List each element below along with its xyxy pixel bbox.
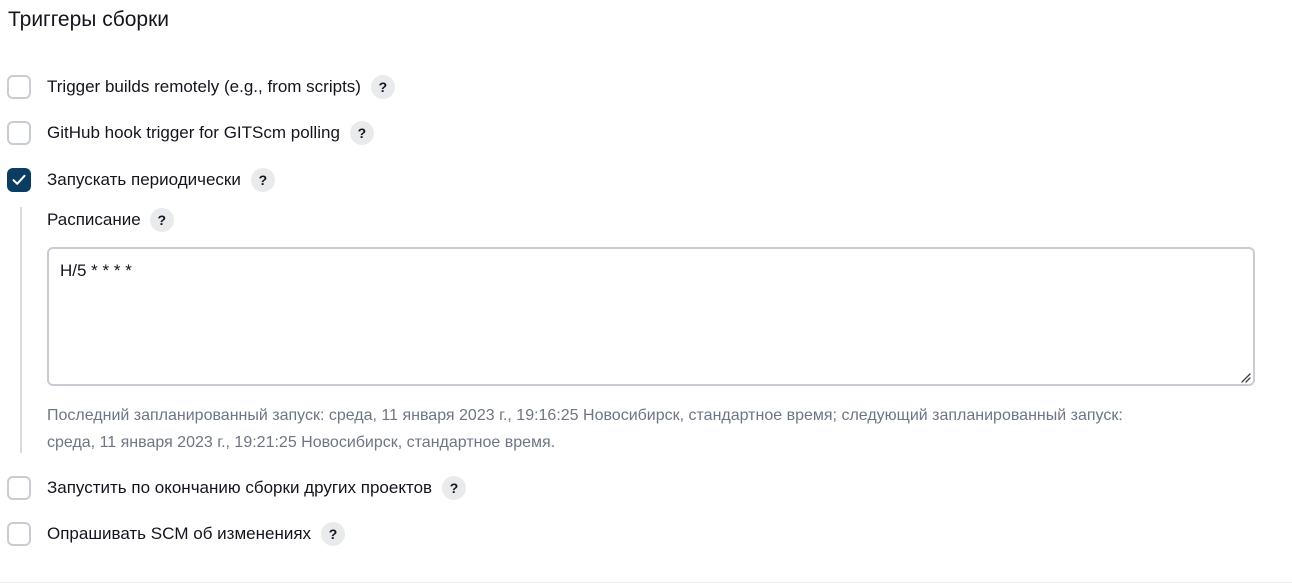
resize-grip-icon[interactable]: [1239, 371, 1251, 383]
trigger-after-other-projects-row: Запустить по окончанию сборки других про…: [7, 474, 467, 502]
trigger-poll-scm-checkbox[interactable]: [7, 522, 31, 546]
schedule-field-label: Расписание ?: [47, 206, 174, 234]
schedule-help-icon[interactable]: ?: [149, 208, 174, 232]
trigger-periodic-help-icon[interactable]: ?: [250, 168, 275, 192]
trigger-remote-row: Trigger builds remotely (e.g., from scri…: [7, 73, 395, 101]
trigger-periodic-row: Запускать периодически ?: [7, 166, 275, 194]
trigger-remote-help-icon[interactable]: ?: [370, 75, 395, 99]
section-divider: [0, 582, 1292, 583]
trigger-after-other-projects-checkbox[interactable]: [7, 476, 31, 500]
schedule-textarea[interactable]: [47, 247, 1255, 386]
trigger-poll-scm-label[interactable]: Опрашивать SCM об изменениях: [47, 524, 311, 544]
trigger-after-other-projects-help-icon[interactable]: ?: [442, 476, 467, 500]
trigger-remote-label[interactable]: Trigger builds remotely (e.g., from scri…: [47, 77, 361, 97]
schedule-info-text: Последний запланированный запуск: среда,…: [47, 402, 1237, 456]
schedule-info-line-2: среда, 11 января 2023 г., 19:21:25 Новос…: [47, 434, 556, 451]
trigger-periodic-checkbox[interactable]: [7, 168, 31, 192]
trigger-github-hook-checkbox[interactable]: [7, 121, 31, 145]
trigger-periodic-label[interactable]: Запускать периодически: [47, 170, 241, 190]
trigger-github-hook-help-icon[interactable]: ?: [349, 121, 374, 145]
checkmark-icon: [12, 174, 26, 185]
schedule-label: Расписание: [47, 210, 141, 229]
trigger-after-other-projects-label[interactable]: Запустить по окончанию сборки других про…: [47, 478, 432, 498]
trigger-poll-scm-help-icon[interactable]: ?: [321, 522, 346, 546]
schedule-info-line-1: Последний запланированный запуск: среда,…: [47, 407, 1123, 424]
nested-section-bar: [20, 207, 22, 453]
trigger-github-hook-row: GitHub hook trigger for GITScm polling ?: [7, 119, 374, 147]
trigger-github-hook-label[interactable]: GitHub hook trigger for GITScm polling: [47, 123, 340, 143]
trigger-remote-checkbox[interactable]: [7, 75, 31, 99]
section-title: Триггеры сборки: [8, 8, 170, 31]
trigger-poll-scm-row: Опрашивать SCM об изменениях ?: [7, 520, 346, 548]
